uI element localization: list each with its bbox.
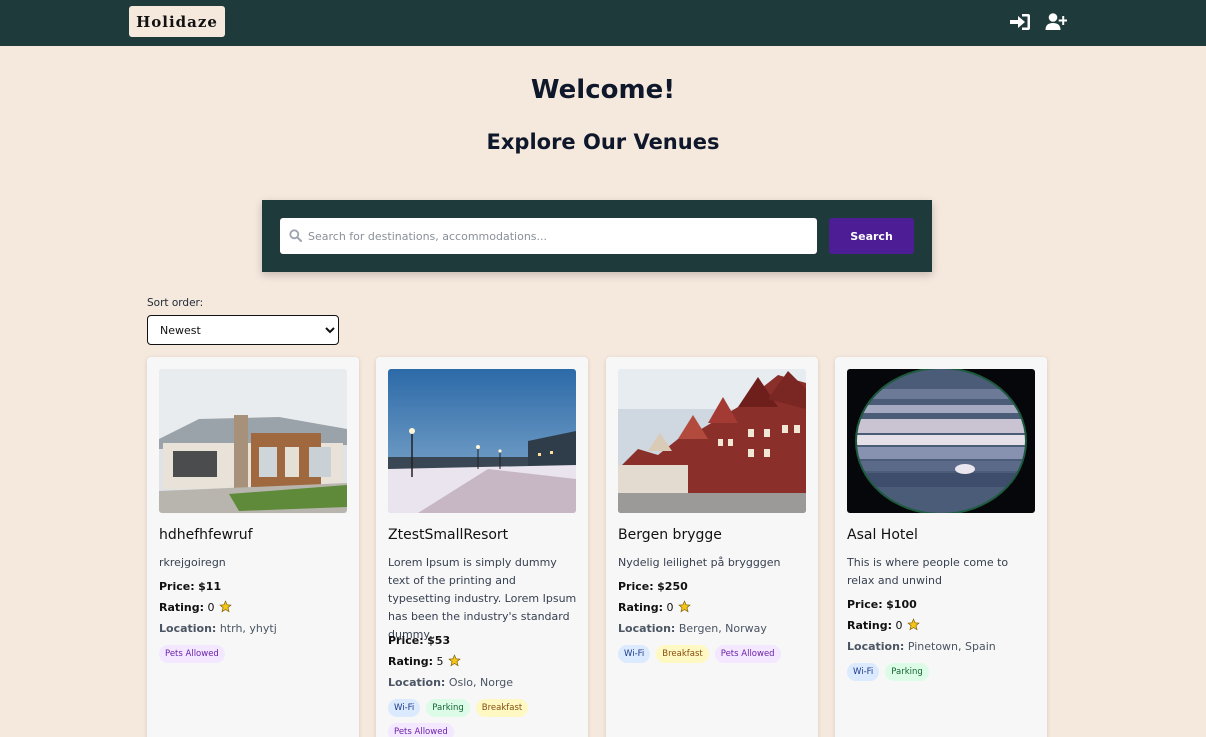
venue-description: Nydelig leilighet på brygggen	[618, 556, 781, 569]
price-label: Price:	[159, 580, 195, 593]
price-line: Price: $100	[847, 594, 1037, 615]
venue-card[interactable]: hdhefhfewruf rkrejgoiregn Price: $11 Rati…	[147, 357, 359, 737]
location-line: Location: Oslo, Norge	[388, 672, 578, 693]
venue-card[interactable]: ZtestSmallResort Lorem Ipsum is simply du…	[376, 357, 588, 737]
venue-title[interactable]: ZtestSmallResort	[388, 527, 508, 543]
location-line: Location: Pinetown, Spain	[847, 636, 1037, 657]
price-value: $53	[427, 634, 451, 647]
explore-heading: Explore Our Venues	[486, 130, 720, 154]
location-value: Oslo, Norge	[448, 676, 514, 689]
location-value: Bergen, Norway	[678, 622, 767, 635]
price-value: $11	[198, 580, 222, 593]
price-value: $250	[657, 580, 688, 593]
amenity-tag: Wi-Fi	[618, 645, 651, 663]
location-value: Pinetown, Spain	[907, 640, 996, 653]
search-box	[280, 218, 817, 254]
welcome-heading: Welcome!	[530, 75, 676, 105]
venue-image[interactable]	[847, 369, 1035, 513]
amenity-tag: Breakfast	[475, 699, 529, 717]
star-icon	[677, 600, 691, 613]
sort-select[interactable]: Newest	[147, 315, 339, 345]
venue-title[interactable]: Asal Hotel	[847, 527, 918, 543]
rating-line: Rating: 0	[847, 615, 1037, 636]
venue-image[interactable]	[388, 369, 576, 513]
venue-meta: Price: $53 Rating: 5 Location: Oslo, Nor…	[388, 630, 578, 737]
amenity-tags: Wi-Fi Parking Breakfast Pets Allowed	[388, 699, 578, 737]
price-line: Price: $11	[159, 576, 349, 597]
login-icon[interactable]	[1009, 12, 1031, 32]
star-icon	[218, 600, 232, 613]
navbar: Holidaze	[0, 0, 1206, 46]
price-label: Price:	[618, 580, 654, 593]
rating-label: Rating:	[618, 601, 664, 614]
venue-card[interactable]: Bergen brygge Nydelig leilighet på bryggg…	[606, 357, 818, 737]
amenity-tag: Pets Allowed	[159, 645, 225, 663]
amenity-tag: Parking	[885, 663, 929, 681]
amenity-tags: Wi-Fi Parking	[847, 663, 1037, 681]
logo[interactable]: Holidaze	[129, 6, 225, 37]
rating-label: Rating:	[388, 655, 434, 668]
amenity-tag: Parking	[426, 699, 470, 717]
star-icon	[906, 618, 920, 631]
amenity-tag: Wi-Fi	[847, 663, 880, 681]
amenity-tag: Pets Allowed	[714, 645, 781, 663]
price-label: Price:	[847, 598, 883, 611]
venue-title[interactable]: Bergen brygge	[618, 527, 722, 543]
price-line: Price: $250	[618, 576, 808, 597]
venue-image[interactable]	[618, 369, 806, 513]
amenity-tag: Pets Allowed	[388, 723, 454, 737]
venue-image[interactable]	[159, 369, 347, 513]
price-line: Price: $53	[388, 630, 578, 651]
venue-meta: Price: $11 Rating: 0 Location: htrh, yhy…	[159, 576, 349, 663]
price-value: $100	[886, 598, 917, 611]
rating-label: Rating:	[159, 601, 205, 614]
user-plus-icon[interactable]	[1045, 12, 1067, 32]
rating-value: 5	[436, 655, 444, 668]
venue-card[interactable]: Asal Hotel This is where people come to r…	[835, 357, 1047, 737]
search-input[interactable]	[308, 218, 808, 254]
amenity-tags: Wi-Fi Breakfast Pets Allowed	[618, 645, 808, 663]
location-label: Location:	[159, 622, 217, 635]
location-label: Location:	[847, 640, 905, 653]
venue-description: This is where people come to relax and u…	[847, 556, 1009, 587]
amenity-tag: Wi-Fi	[388, 699, 421, 717]
rating-value: 0	[207, 601, 215, 614]
location-line: Location: Bergen, Norway	[618, 618, 808, 639]
venue-meta: Price: $250 Rating: 0 Location: Bergen, …	[618, 576, 808, 663]
venue-title[interactable]: hdhefhfewruf	[159, 527, 253, 543]
location-label: Location:	[388, 676, 446, 689]
rating-line: Rating: 5	[388, 651, 578, 672]
amenity-tag: Breakfast	[656, 645, 709, 663]
rating-value: 0	[666, 601, 674, 614]
location-label: Location:	[618, 622, 676, 635]
sort-label: Sort order:	[147, 297, 204, 309]
star-icon	[447, 654, 461, 667]
price-label: Price:	[388, 634, 424, 647]
rating-value: 0	[895, 619, 903, 632]
venue-description: rkrejgoiregn	[159, 556, 226, 569]
location-line: Location: htrh, yhytj	[159, 618, 349, 639]
rating-label: Rating:	[847, 619, 893, 632]
search-panel: Search	[262, 200, 932, 272]
rating-line: Rating: 0	[159, 597, 349, 618]
rating-line: Rating: 0	[618, 597, 808, 618]
venue-meta: Price: $100 Rating: 0 Location: Pinetown…	[847, 594, 1037, 681]
search-button[interactable]: Search	[829, 218, 914, 254]
amenity-tags: Pets Allowed	[159, 645, 349, 663]
location-value: htrh, yhytj	[219, 622, 277, 635]
search-icon	[289, 229, 302, 242]
